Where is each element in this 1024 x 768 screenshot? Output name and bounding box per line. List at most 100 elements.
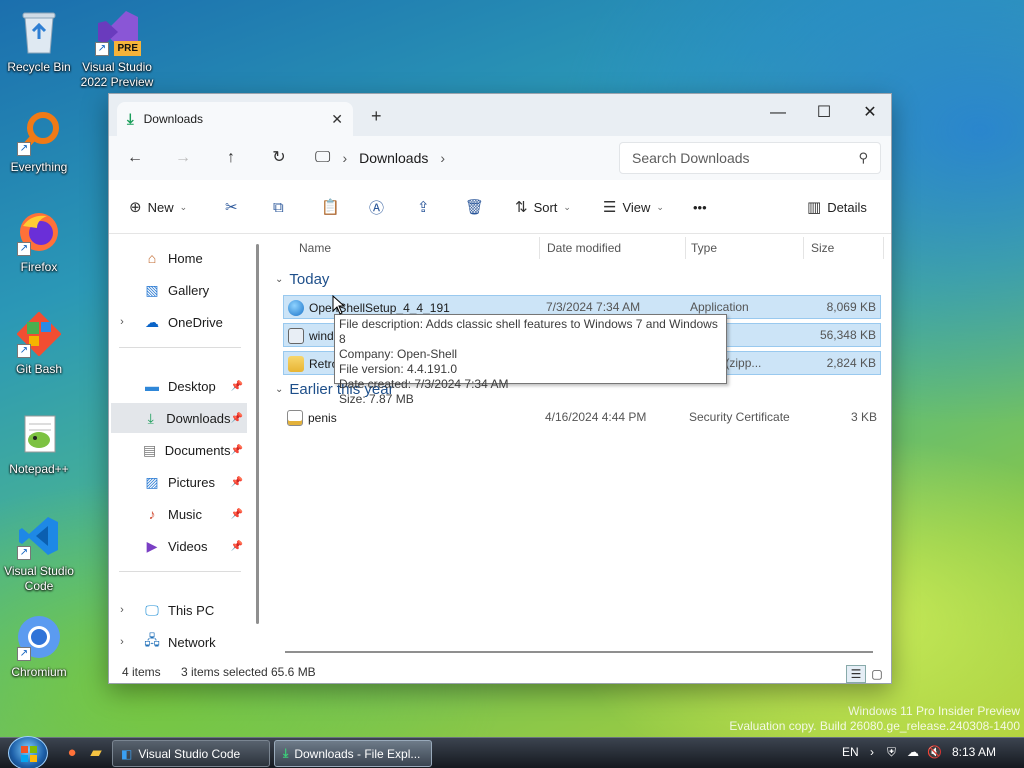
sort-button[interactable]: ⇅ Sort ⌄: [515, 195, 571, 219]
column-header-size[interactable]: Size: [811, 235, 834, 261]
close-tab-icon[interactable]: ✕: [331, 111, 343, 128]
desktop-icon-vscode[interactable]: ↗ Visual Studio Code: [0, 512, 81, 594]
address-bar[interactable]: 🖵 › Downloads ›: [315, 143, 615, 173]
column-header-type[interactable]: Type: [691, 235, 717, 261]
volume-muted-icon[interactable]: 🔇: [927, 745, 942, 759]
expand-chevron-icon[interactable]: ›: [111, 316, 133, 328]
cut-button[interactable]: ✂: [225, 195, 238, 219]
desktop-icon-chromium[interactable]: ↗ Chromium: [0, 613, 81, 680]
breadcrumb-downloads[interactable]: Downloads: [359, 150, 428, 166]
videos-icon: ▶: [146, 537, 158, 554]
file-list: Name Date modified Type Size ⌄ Today Ope…: [267, 235, 891, 665]
computer-icon: 🖵: [315, 149, 331, 166]
tiles-view-toggle[interactable]: ▢: [867, 665, 887, 683]
pin-icon[interactable]: 📌: [231, 381, 243, 392]
pin-icon[interactable]: 📌: [231, 477, 243, 488]
pin-icon[interactable]: 📌: [231, 413, 243, 424]
pin-icon[interactable]: 📌: [231, 509, 243, 520]
back-button[interactable]: ←: [123, 146, 147, 170]
file-info-tooltip: File description: Adds classic shell fea…: [334, 314, 727, 406]
up-button[interactable]: ↑: [219, 146, 243, 170]
new-button[interactable]: ⊕ New ⌄: [129, 195, 187, 219]
sidebar-item-onedrive[interactable]: › ☁ OneDrive: [111, 307, 247, 337]
pin-icon[interactable]: 📌: [231, 541, 243, 552]
table-row[interactable]: penis 4/16/2024 4:44 PM Security Certifi…: [283, 406, 881, 430]
sidebar-item-documents[interactable]: ▤ Documents 📌: [111, 435, 247, 465]
taskbar-button-downloads[interactable]: ⤓ Downloads - File Expl...: [274, 740, 432, 767]
file-explorer-taskbar-icon[interactable]: ▰: [87, 744, 105, 762]
expand-chevron-icon[interactable]: ›: [111, 636, 133, 648]
sidebar-item-pictures[interactable]: ▨ Pictures 📌: [111, 467, 247, 497]
desktop-icon-notepad-plus-plus[interactable]: Notepad++: [0, 410, 81, 477]
desktop-icon-label: Chromium: [11, 665, 67, 679]
desktop-folder-icon: ▬: [145, 378, 159, 394]
notepad-plus-plus-icon: [15, 410, 63, 458]
view-button[interactable]: ☰ View ⌄: [603, 195, 664, 219]
sidebar-item-label: Music: [168, 506, 202, 522]
sidebar-item-network[interactable]: › 🖧 Network: [111, 627, 247, 657]
installer-icon: [288, 328, 304, 344]
forward-button[interactable]: →: [171, 146, 195, 170]
shortcut-arrow-icon: ↗: [17, 142, 31, 156]
security-icon[interactable]: ⛨: [887, 745, 896, 760]
show-hidden-icons-chevron-icon[interactable]: ›: [870, 745, 874, 759]
pin-icon[interactable]: 📌: [231, 445, 243, 456]
refresh-button[interactable]: ↻: [267, 146, 291, 170]
status-bar: 4 items 3 items selected 65.6 MB ☰ ▢: [109, 665, 891, 683]
column-header-date-modified[interactable]: Date modified: [547, 235, 621, 261]
file-name: OpenShellSetup_4_4_191: [309, 301, 450, 315]
new-tab-button[interactable]: +: [371, 106, 382, 127]
download-arrow-icon: ⤓: [127, 110, 134, 128]
desktop-icon-everything[interactable]: ↗ Everything: [0, 108, 81, 175]
sidebar-item-desktop[interactable]: ▬ Desktop 📌: [111, 371, 247, 401]
sidebar-item-downloads[interactable]: ⤓ Downloads 📌: [111, 403, 247, 433]
tab-title: Downloads: [143, 112, 204, 126]
tooltip-created: Date created: 7/3/2024 7:34 AM: [339, 377, 509, 391]
horizontal-scrollbar[interactable]: [285, 651, 873, 653]
paste-button[interactable]: 📋: [321, 195, 340, 219]
copy-button[interactable]: ⧉: [273, 195, 284, 219]
sidebar-item-gallery[interactable]: ▧ Gallery: [111, 275, 247, 305]
column-divider[interactable]: [539, 237, 540, 259]
column-divider[interactable]: [685, 237, 686, 259]
share-button[interactable]: ⇪: [417, 195, 430, 219]
desktop-icon-recycle-bin[interactable]: Recycle Bin: [0, 8, 81, 75]
tab-downloads[interactable]: ⤓ Downloads ✕: [117, 102, 353, 136]
vscode-icon: ◧: [121, 746, 133, 761]
expand-chevron-icon[interactable]: ›: [111, 604, 133, 616]
firefox-taskbar-icon[interactable]: ●: [63, 744, 81, 762]
search-input[interactable]: Search Downloads ⚲: [619, 142, 881, 174]
view-lines-icon: ☰: [603, 199, 617, 216]
column-divider[interactable]: [803, 237, 804, 259]
app-icon: [288, 300, 304, 316]
details-pane-button[interactable]: ▥ Details: [807, 195, 867, 219]
chromium-icon: ↗: [15, 613, 63, 661]
column-header-name[interactable]: Name: [299, 235, 331, 261]
desktop-icon-git-bash[interactable]: ↗ Git Bash: [0, 310, 81, 377]
maximize-button[interactable]: ☐: [801, 98, 847, 128]
start-button[interactable]: [8, 736, 48, 768]
computer-icon: 🖵: [145, 601, 159, 618]
sidebar-item-music[interactable]: ♪ Music 📌: [111, 499, 247, 529]
tooltip-version: File version: 4.4.191.0: [339, 362, 458, 376]
sidebar-item-this-pc[interactable]: › 🖵 This PC: [111, 595, 247, 625]
music-icon: ♪: [148, 506, 156, 522]
desktop-icon-visual-studio-2022[interactable]: PRE ↗ Visual Studio 2022 Preview: [75, 8, 159, 90]
navigation-pane-scrollbar[interactable]: [256, 244, 259, 624]
taskbar-button-vscode[interactable]: ◧ Visual Studio Code: [112, 740, 270, 767]
clock[interactable]: 8:13 AM: [952, 745, 996, 759]
more-options-button[interactable]: •••: [693, 195, 707, 219]
group-header-today[interactable]: ⌄ Today: [275, 271, 329, 288]
column-divider[interactable]: [883, 237, 884, 259]
breadcrumb-chevron-icon[interactable]: ›: [440, 150, 445, 166]
details-view-toggle[interactable]: ☰: [846, 665, 866, 683]
delete-button[interactable]: 🗑: [465, 195, 484, 219]
desktop-icon-firefox[interactable]: ↗ Firefox: [0, 208, 81, 275]
language-indicator[interactable]: EN: [842, 745, 859, 759]
close-window-button[interactable]: ✕: [847, 98, 893, 128]
network-icon[interactable]: ☁: [907, 745, 919, 759]
minimize-button[interactable]: —: [755, 98, 801, 128]
rename-button[interactable]: Ⓐ: [369, 195, 384, 219]
sidebar-item-home[interactable]: ⌂ Home: [111, 243, 247, 273]
sidebar-item-videos[interactable]: ▶ Videos 📌: [111, 531, 247, 561]
